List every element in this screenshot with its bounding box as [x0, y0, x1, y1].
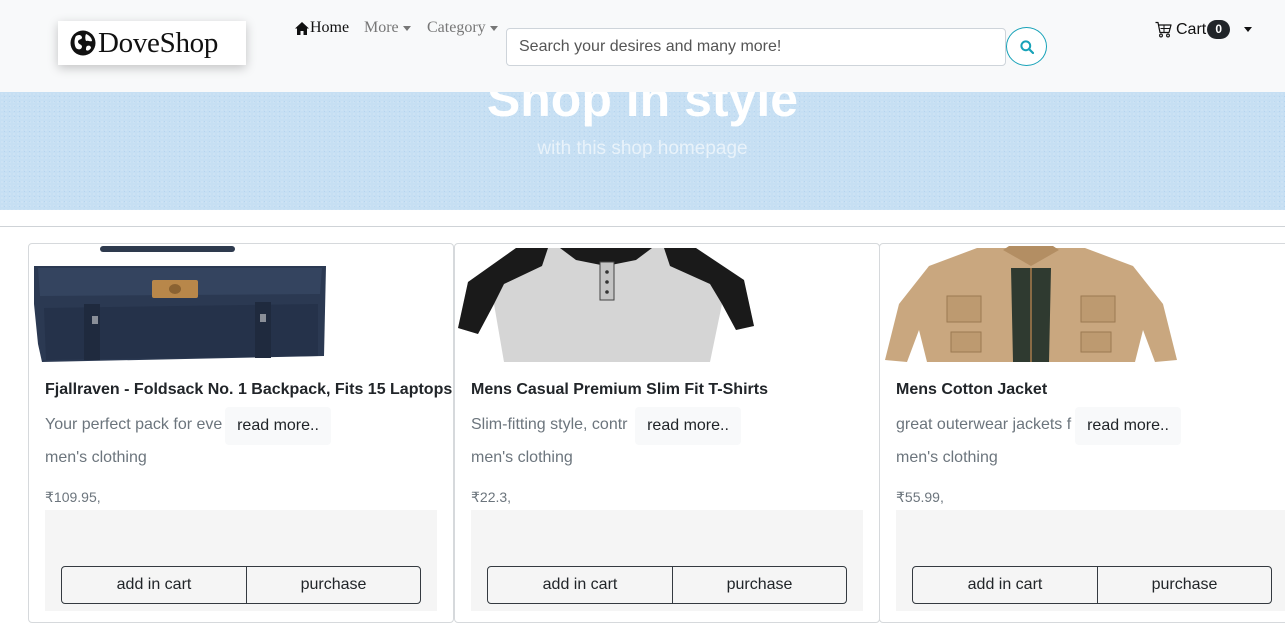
globe-icon [70, 30, 96, 56]
product-title: Fjallraven - Foldsack No. 1 Backpack, Fi… [45, 381, 453, 398]
card-button-group: add in cart purchase [61, 566, 421, 604]
card-button-group: add in cart purchase [487, 566, 847, 604]
product-description: Your perfect pack for eve [45, 416, 223, 433]
product-card: Mens Cotton Jacket great outerwear jacke… [879, 243, 1285, 623]
product-image-backpack [34, 246, 326, 362]
product-image-jacket [885, 246, 1177, 362]
hero-banner: Shop in style with this shop homepage [0, 92, 1285, 210]
card-button-group: add in cart purchase [912, 566, 1272, 604]
purchase-button[interactable]: purchase [247, 567, 420, 603]
navbar: DoveShop Home More Category Cart 0 [0, 0, 1285, 92]
product-category: men's clothing [45, 449, 147, 466]
hero-subtitle: with this shop homepage [537, 138, 748, 159]
add-to-cart-button[interactable]: add in cart [62, 567, 247, 603]
product-price: ₹55.99, [896, 489, 944, 505]
caret-down-icon [1244, 27, 1253, 32]
product-category: men's clothing [471, 449, 573, 466]
read-more-button[interactable]: read more.. [1075, 407, 1181, 445]
search-button[interactable] [1006, 27, 1047, 66]
product-description: Slim-fitting style, contr [471, 416, 628, 433]
search-icon [1019, 39, 1034, 54]
hero-title: Shop in style [486, 92, 799, 127]
product-title: Mens Casual Premium Slim Fit T-Shirts [471, 381, 768, 398]
nav-category-label: Category [427, 19, 486, 36]
read-more-button[interactable]: read more.. [225, 407, 331, 445]
nav-category-dropdown[interactable]: Category [427, 19, 498, 37]
cart-count-badge: 0 [1207, 20, 1231, 39]
add-to-cart-button[interactable]: add in cart [488, 567, 673, 603]
card-footer: add in cart purchase [45, 510, 437, 611]
card-footer: add in cart purchase [896, 510, 1285, 611]
nav-more-label: More [364, 19, 399, 36]
nav-more-dropdown[interactable]: More [364, 19, 411, 37]
brand-name: DoveShop [98, 26, 219, 59]
card-footer: add in cart purchase [471, 510, 863, 611]
cart-label: Cart [1176, 20, 1207, 38]
divider [0, 226, 1285, 227]
purchase-button[interactable]: purchase [1098, 567, 1271, 603]
home-icon [295, 21, 309, 35]
product-card: Fjallraven - Foldsack No. 1 Backpack, Fi… [28, 243, 454, 623]
product-category: men's clothing [896, 449, 998, 466]
product-title: Mens Cotton Jacket [896, 381, 1048, 398]
product-card: Mens Casual Premium Slim Fit T-Shirts Sl… [454, 243, 880, 623]
purchase-button[interactable]: purchase [673, 567, 846, 603]
product-price: ₹109.95, [45, 489, 101, 505]
caret-down-icon [489, 25, 498, 31]
search-input[interactable] [506, 28, 1006, 66]
cart-icon [1155, 21, 1172, 38]
product-price: ₹22.3, [471, 489, 512, 505]
nav-home-link[interactable]: Home [295, 19, 349, 37]
read-more-button[interactable]: read more.. [635, 407, 741, 445]
product-description: great outerwear jackets f [896, 416, 1072, 433]
product-image-t-shirt [458, 248, 754, 362]
caret-down-icon [402, 25, 411, 31]
add-to-cart-button[interactable]: add in cart [913, 567, 1098, 603]
cart-dropdown[interactable]: Cart 0 [1155, 20, 1253, 39]
nav-home-label: Home [310, 19, 350, 36]
brand-logo[interactable]: DoveShop [58, 21, 246, 65]
